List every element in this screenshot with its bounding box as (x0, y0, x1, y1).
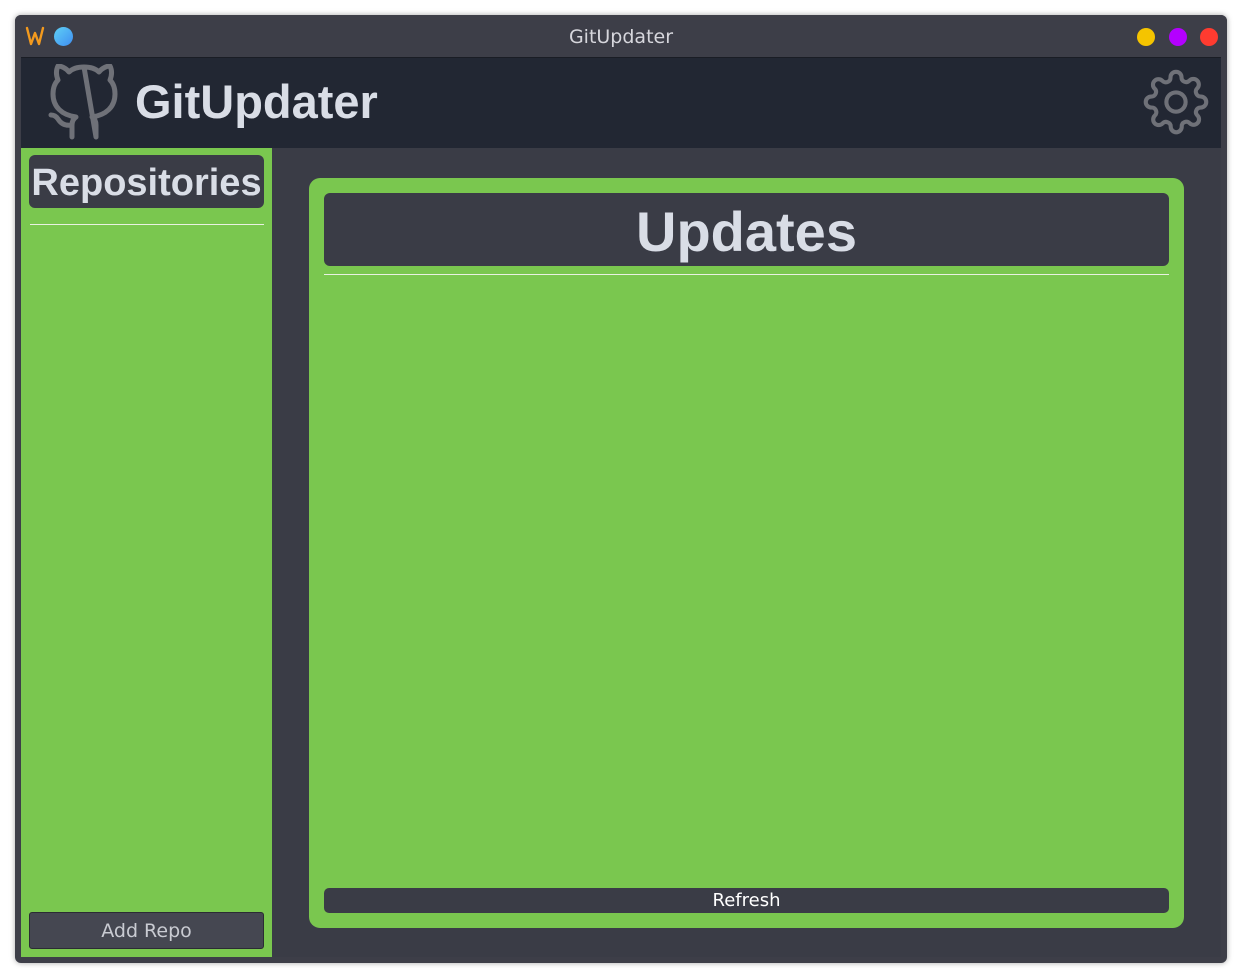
settings-button[interactable] (1143, 69, 1209, 135)
repositories-sidebar: Repositories Add Repo (21, 148, 272, 957)
app-content: GitUpdater Repositories Add Repo Updates… (21, 57, 1221, 957)
close-button[interactable] (1200, 28, 1218, 46)
app-window: GitUpdater GitUpdater Repositories Add R… (15, 15, 1227, 963)
refresh-button[interactable]: Refresh (324, 888, 1169, 913)
app-header: GitUpdater (21, 57, 1221, 148)
minimize-button[interactable] (1137, 28, 1155, 46)
add-repo-button[interactable]: Add Repo (29, 912, 264, 949)
app-title: GitUpdater (135, 75, 378, 128)
repositories-heading: Repositories (29, 155, 264, 208)
updates-list[interactable] (324, 278, 1169, 883)
window-title: GitUpdater (568, 26, 674, 48)
updates-divider (324, 274, 1169, 275)
gear-icon (1143, 69, 1209, 135)
updates-panel: Updates Refresh (309, 178, 1184, 928)
maximize-button[interactable] (1169, 28, 1187, 46)
title-bar[interactable]: GitUpdater (15, 15, 1227, 57)
github-icon (48, 64, 118, 140)
updates-heading: Updates (324, 193, 1169, 266)
repository-list[interactable] (30, 228, 264, 908)
sidebar-divider (30, 224, 264, 225)
